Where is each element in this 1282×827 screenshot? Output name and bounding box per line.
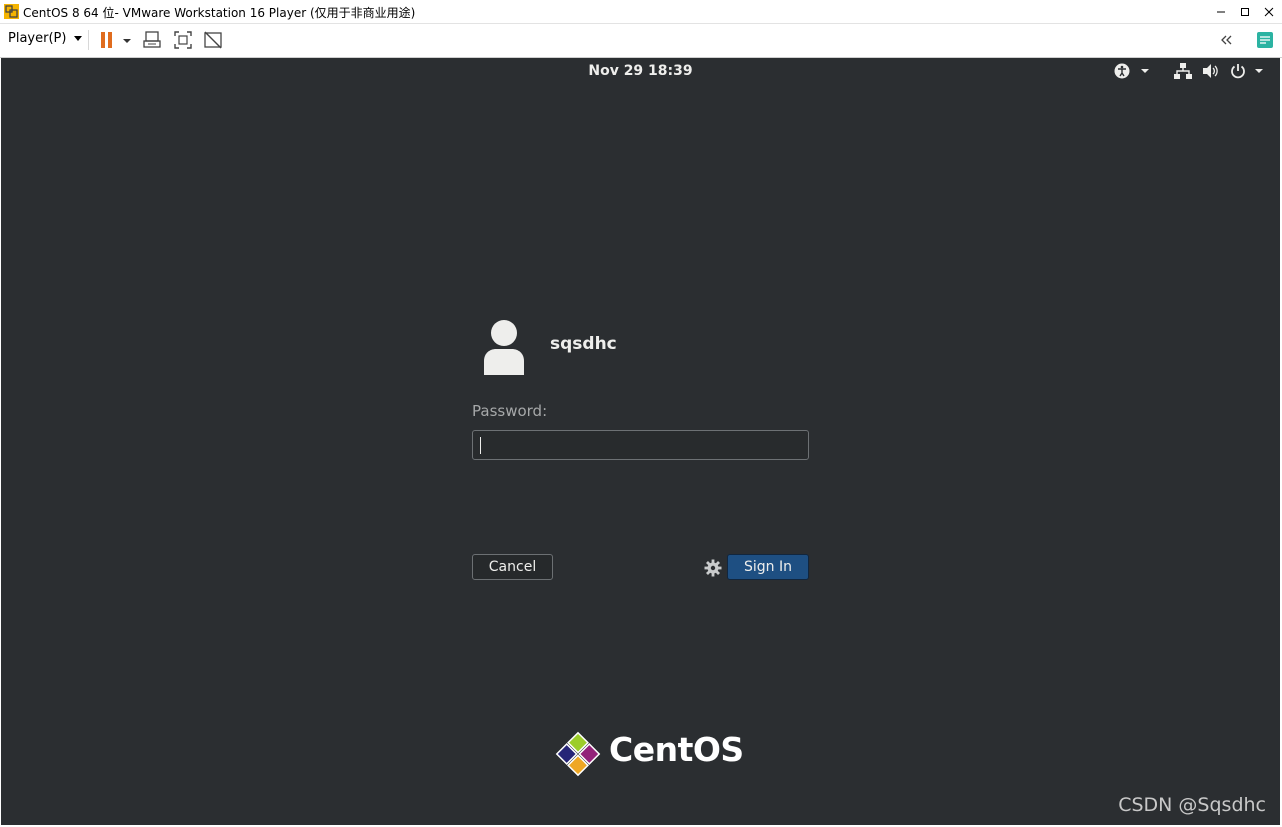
maximize-icon: [1240, 7, 1249, 16]
close-button[interactable]: [1256, 0, 1281, 23]
unity-icon[interactable]: [203, 30, 223, 50]
player-menu-label: Player(P): [8, 31, 67, 46]
csdn-watermark: CSDN @Sqsdhc: [1118, 794, 1266, 816]
minimize-button[interactable]: [1208, 0, 1233, 23]
text-caret: [480, 437, 481, 454]
window-title: CentOS 8 64 位- VMware Workstation 16 Pla…: [23, 6, 416, 20]
user-avatar-icon: [484, 320, 524, 375]
player-menu-button[interactable]: Player(P): [8, 31, 83, 46]
fullscreen-icon[interactable]: [173, 30, 193, 50]
cancel-button[interactable]: Cancel: [472, 554, 553, 580]
power-icon: [1231, 64, 1245, 79]
accessibility-menu[interactable]: [1114, 63, 1152, 79]
centos-wordmark: CentOS: [609, 730, 744, 769]
collapse-icon[interactable]: [1216, 30, 1236, 50]
window-titlebar: CentOS 8 64 位- VMware Workstation 16 Pla…: [0, 0, 1282, 24]
centos-logo-icon: [555, 731, 601, 777]
dropdown-icon: [74, 36, 83, 41]
toolbar-divider: [88, 30, 89, 50]
password-field[interactable]: [472, 430, 809, 460]
vm-display[interactable]: Nov 29 18:39 sqsdhc Password: Cancel Sig…: [1, 58, 1280, 825]
power-menu[interactable]: [1230, 63, 1268, 79]
maximize-button[interactable]: [1232, 0, 1257, 23]
settings-gear-icon[interactable]: [704, 559, 722, 577]
login-username: sqsdhc: [550, 334, 617, 354]
network-icon: [1174, 63, 1192, 79]
gnome-clock[interactable]: Nov 29 18:39: [1, 63, 1280, 79]
dropdown-icon: [1255, 69, 1263, 73]
system-status-area[interactable]: [1114, 62, 1268, 80]
vmware-toolbar: Player(P): [0, 24, 1282, 58]
notes-icon[interactable]: [1255, 30, 1275, 50]
volume-icon: [1203, 64, 1218, 78]
pause-icon[interactable]: [97, 30, 117, 50]
close-icon: [1264, 7, 1273, 16]
minimize-icon: [1216, 11, 1225, 12]
password-label: Password:: [472, 402, 548, 420]
vmware-app-icon: [4, 4, 19, 19]
dropdown-icon: [1141, 69, 1149, 73]
pause-dropdown-icon[interactable]: [120, 30, 134, 50]
accessibility-icon: [1114, 63, 1130, 79]
sign-in-button[interactable]: Sign In: [727, 554, 809, 580]
send-ctrl-alt-del-icon[interactable]: [143, 30, 163, 50]
